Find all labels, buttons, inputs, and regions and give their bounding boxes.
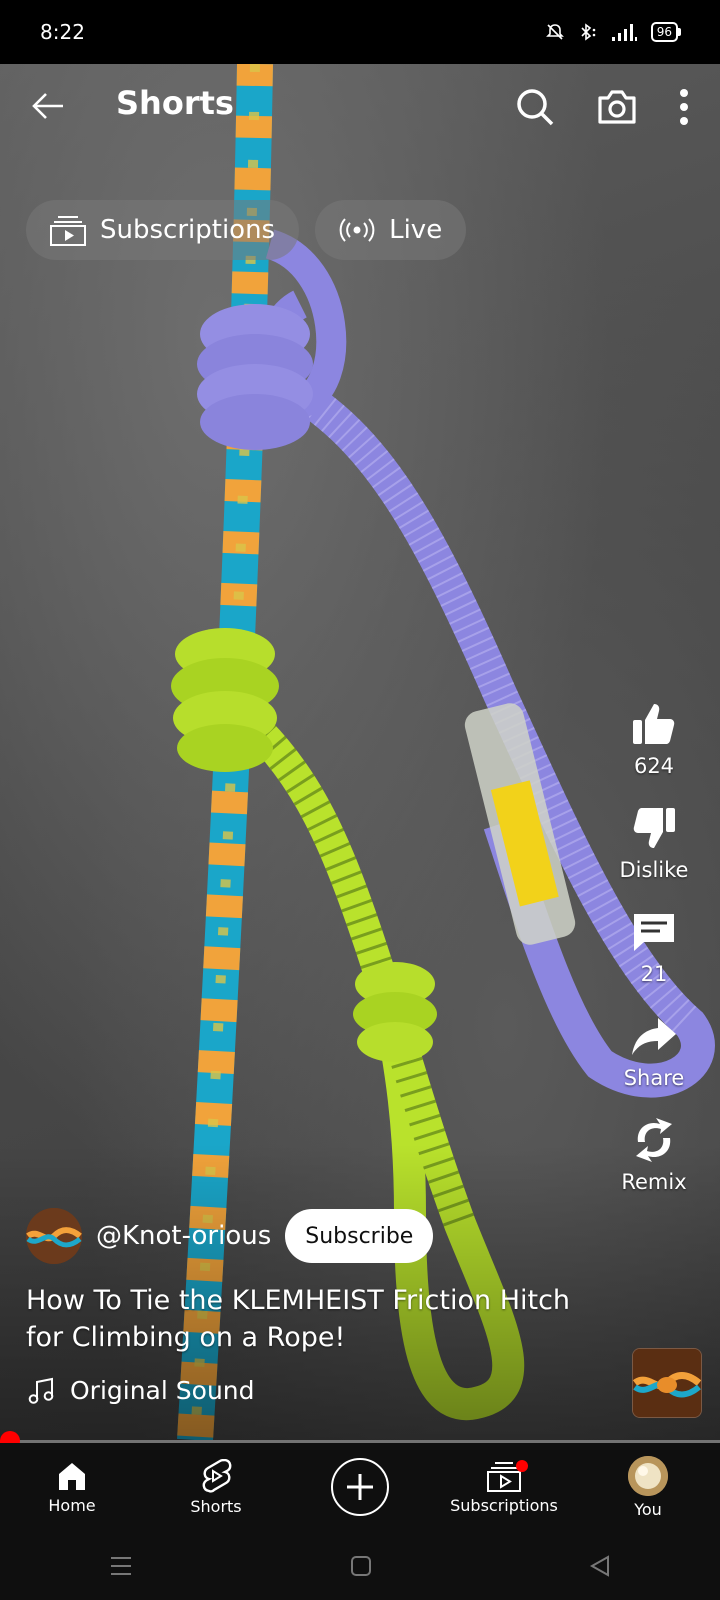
battery-icon: 96	[650, 22, 682, 42]
chip-subscriptions[interactable]: Subscriptions	[26, 200, 300, 260]
share-button[interactable]: Share	[623, 1012, 685, 1090]
chip-label: Live	[389, 215, 443, 245]
sound-thumbnail[interactable]	[632, 1348, 702, 1418]
search-icon	[517, 89, 554, 126]
share-label: Share	[623, 1066, 685, 1090]
bottom-nav: Home Shorts Subscriptions You	[0, 1443, 720, 1531]
shorts-icon	[202, 1458, 232, 1493]
search-button[interactable]	[510, 82, 560, 132]
nav-label: Shorts	[190, 1496, 242, 1516]
more-options-button[interactable]	[674, 82, 694, 132]
notification-dot	[516, 1459, 528, 1472]
video-title[interactable]: How To Tie the KLEMHEIST Friction Hitch …	[26, 1282, 606, 1356]
chip-label: Subscriptions	[100, 215, 276, 245]
chip-live[interactable]: Live	[315, 200, 467, 260]
like-count: 624	[633, 754, 675, 778]
channel-avatar[interactable]	[26, 1208, 82, 1264]
back-triangle-icon[interactable]	[589, 1554, 611, 1577]
like-button[interactable]: 624	[630, 700, 678, 778]
page-title: Shorts	[116, 84, 234, 122]
remix-label: Remix	[621, 1170, 687, 1194]
subscriptions-icon	[50, 216, 86, 246]
battery-level: 96	[656, 25, 672, 39]
home-square-icon[interactable]	[350, 1555, 372, 1577]
comment-count: 21	[640, 962, 668, 986]
back-button[interactable]	[28, 84, 68, 128]
sound-row[interactable]: Original Sound	[28, 1376, 255, 1405]
subscribe-button[interactable]: Subscribe	[285, 1209, 434, 1263]
remix-button[interactable]: Remix	[621, 1116, 687, 1194]
camera-icon	[598, 90, 636, 124]
camera-button[interactable]	[592, 82, 642, 132]
nav-shorts[interactable]: Shorts	[146, 1458, 286, 1516]
music-note-icon	[28, 1377, 54, 1404]
nav-create[interactable]	[290, 1458, 430, 1516]
create-button[interactable]	[331, 1458, 389, 1516]
bluetooth-icon	[581, 23, 596, 41]
nav-home[interactable]: Home	[2, 1460, 142, 1515]
status-icons: 96	[545, 22, 682, 42]
nav-label: Subscriptions	[450, 1495, 558, 1515]
shorts-top-bar: Shorts	[0, 64, 720, 152]
thumbs-down-icon	[633, 808, 675, 848]
comments-button[interactable]: 21	[630, 908, 678, 986]
nav-label: Home	[48, 1495, 96, 1515]
nav-you[interactable]: You	[578, 1455, 718, 1519]
mute-bell-icon	[545, 24, 564, 40]
live-icon	[339, 218, 375, 242]
side-actions: 624 Dislike 21 Share Remix	[606, 700, 702, 1220]
arrow-left-icon	[32, 93, 63, 119]
thumbs-up-icon	[633, 704, 675, 744]
channel-row: @Knot-orious Subscribe	[26, 1208, 434, 1264]
system-nav-bar	[0, 1531, 720, 1600]
status-time: 8:22	[40, 20, 85, 44]
sound-label: Original Sound	[70, 1376, 255, 1405]
nav-subscriptions[interactable]: Subscriptions	[434, 1459, 574, 1515]
dislike-button[interactable]: Dislike	[619, 804, 689, 882]
filter-chips: Subscriptions Live	[26, 200, 467, 260]
channel-avatar-image	[26, 1208, 82, 1264]
channel-handle[interactable]: @Knot-orious	[96, 1221, 271, 1251]
avatar	[628, 1455, 668, 1496]
more-vert-icon	[680, 89, 688, 125]
comment-icon	[634, 914, 674, 951]
nav-label: You	[634, 1499, 662, 1519]
remix-icon	[635, 1118, 672, 1162]
plus-icon	[347, 1474, 373, 1500]
menu-icon[interactable]	[109, 1554, 133, 1578]
sound-thumbnail-image	[633, 1349, 701, 1417]
dislike-label: Dislike	[619, 858, 689, 882]
user-avatar-image	[628, 1455, 668, 1496]
home-icon	[59, 1462, 85, 1490]
signal-icon	[611, 24, 637, 41]
share-icon	[631, 1018, 676, 1055]
status-bar: 8:22 96	[0, 0, 720, 64]
